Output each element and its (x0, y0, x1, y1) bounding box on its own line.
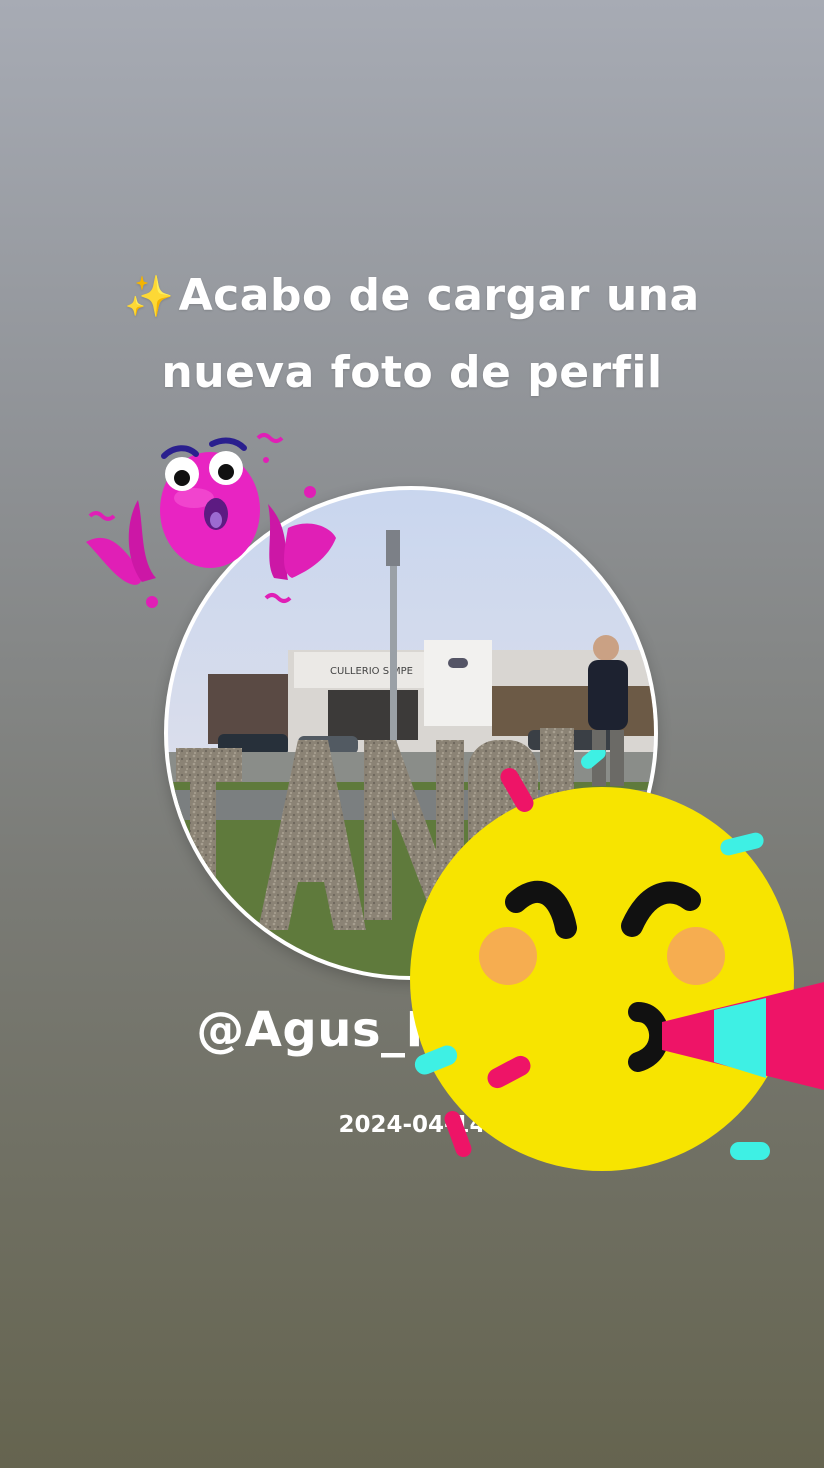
party-sticker[interactable] (400, 745, 824, 1180)
story-headline: ✨Acabo de cargar una nueva foto de perfi… (40, 258, 784, 411)
wow-sticker[interactable] (78, 430, 348, 620)
sparkles-icon: ✨ (124, 274, 175, 320)
wow-octopus-icon (86, 433, 336, 608)
dealership-sign: CULLERIO SIMPE (330, 666, 413, 677)
party-horn-face-icon (410, 745, 824, 1171)
headline-text: Acabo de cargar una nueva foto de perfil (161, 270, 700, 398)
